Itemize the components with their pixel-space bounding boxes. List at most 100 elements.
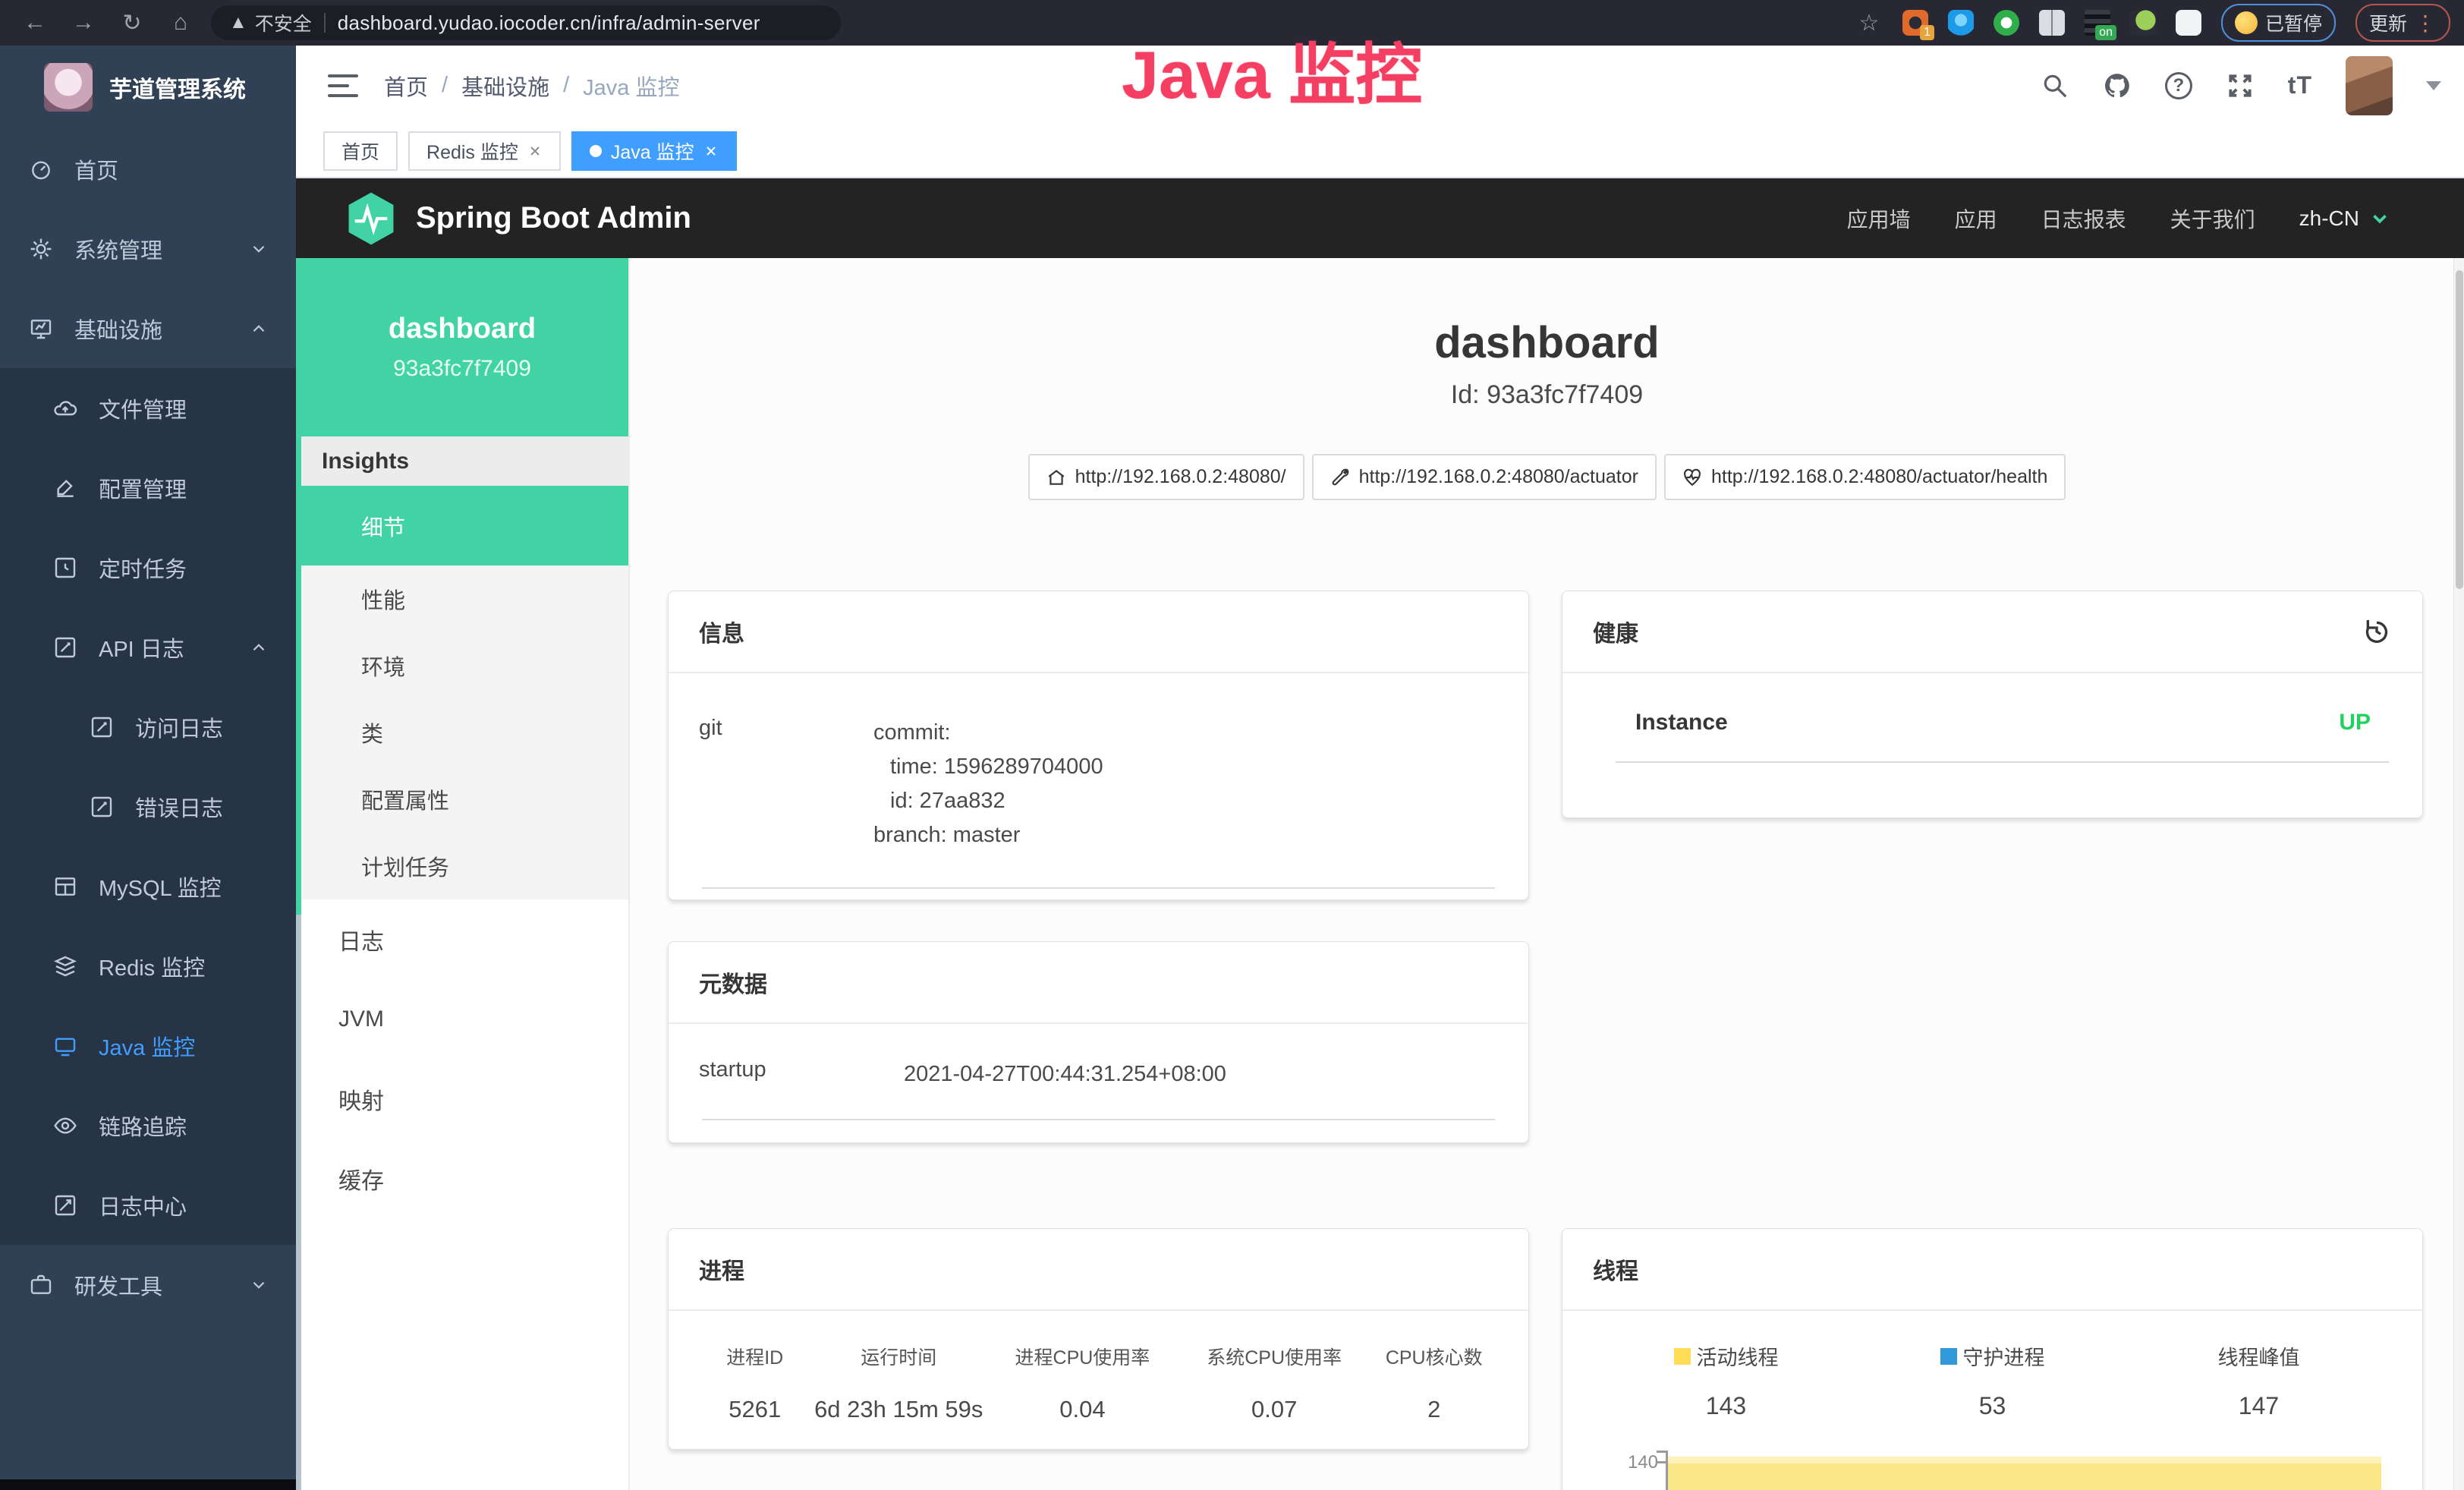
threads-card: 线程 活动线程 守护进程 线程峰值 143 53 147 140 120 100 (1562, 1228, 2423, 1490)
scrollbar-thumb[interactable] (2456, 270, 2463, 589)
breadcrumb-separator: / (442, 73, 448, 98)
sidebar-item-redis-monitor[interactable]: Redis 监控 (0, 926, 296, 1006)
green-y-extension-icon[interactable] (1994, 10, 2019, 36)
log-center-icon (53, 1193, 77, 1218)
sba-item-scheduled-tasks[interactable]: 计划任务 (296, 833, 628, 899)
timer-icon (53, 556, 77, 580)
java-monitor-icon (53, 1034, 77, 1058)
breadcrumb-separator: / (563, 73, 569, 98)
leaf-extension-icon[interactable] (2130, 10, 2156, 36)
paused-button[interactable]: 已暂停 (2221, 4, 2336, 42)
service-url-button[interactable]: http://192.168.0.2:48080/ (1028, 454, 1304, 500)
sidebar-item-tracing[interactable]: 链路追踪 (0, 1085, 296, 1165)
metadata-row-label: startup (699, 1057, 904, 1092)
heartbeat-icon (1682, 468, 1702, 487)
sidebar-item-home[interactable]: 首页 (0, 129, 296, 209)
scrollbar[interactable] (2453, 258, 2464, 1490)
tag-java-monitor[interactable]: Java 监控 (571, 131, 737, 171)
url-text[interactable]: dashboard.yudao.iocoder.cn/infra/admin-s… (338, 11, 760, 35)
sba-nav-about[interactable]: 关于我们 (2170, 203, 2255, 234)
help-icon[interactable]: ? (2165, 72, 2192, 99)
breadcrumb-home[interactable]: 首页 (384, 70, 428, 102)
process-card-title: 进程 (699, 1252, 744, 1286)
eye-icon (53, 1114, 77, 1138)
window-bottom-edge (0, 1479, 296, 1490)
github-icon[interactable] (2103, 71, 2132, 100)
close-icon[interactable] (703, 143, 719, 159)
health-card-title: 健康 (1593, 615, 1638, 648)
grid-extension-icon[interactable] (2039, 10, 2065, 36)
sidebar-item-mysql-monitor[interactable]: MySQL 监控 (0, 846, 296, 926)
list-extension-icon[interactable]: on (2085, 10, 2110, 36)
sba-nav-applications[interactable]: 应用 (1955, 203, 1997, 234)
area-series-top-edge (1668, 1457, 2381, 1463)
actuator-url-button[interactable]: http://192.168.0.2:48080/actuator (1312, 454, 1657, 500)
sba-nav-wallboard[interactable]: 应用墙 (1847, 203, 1911, 234)
threads-card-title: 线程 (1593, 1252, 1638, 1286)
daemon-threads-value: 53 (1859, 1392, 2126, 1420)
refresh-icon[interactable]: ↻ (118, 10, 146, 36)
process-table-values: 5261 6d 23h 15m 59s 0.04 0.07 2 (699, 1370, 1498, 1423)
sidebar-item-api-logs[interactable]: API 日志 (0, 607, 296, 687)
sba-item-caches[interactable]: 缓存 (296, 1139, 628, 1218)
sidebar-item-config-management[interactable]: 配置管理 (0, 448, 296, 528)
y-tick-140: 140 (1605, 1452, 1658, 1473)
annotation-java-monitor: Java 监控 (1122, 21, 1422, 118)
hamburger-icon[interactable] (328, 74, 358, 97)
fullscreen-icon[interactable] (2226, 71, 2255, 100)
sidebar-item-dev-tools[interactable]: 研发工具 (0, 1245, 296, 1325)
sidebar-item-access-logs[interactable]: 访问日志 (0, 687, 296, 767)
language-selector[interactable]: zh-CN (2299, 206, 2391, 231)
mysql-icon (53, 874, 77, 899)
forward-icon[interactable]: → (70, 10, 97, 36)
sidebar-item-file-management[interactable]: 文件管理 (0, 368, 296, 448)
insights-section-title: Insights (296, 436, 628, 486)
back-icon[interactable]: ← (21, 10, 49, 36)
browser-menu-dots-icon[interactable]: ⋮ (2415, 11, 2437, 36)
close-icon[interactable] (527, 143, 543, 159)
health-url-button[interactable]: http://192.168.0.2:48080/actuator/health (1664, 454, 2066, 500)
sidebar-item-java-monitor[interactable]: Java 监控 (0, 1006, 296, 1085)
sba-item-jvm[interactable]: JVM (296, 979, 628, 1059)
error-log-icon (90, 795, 114, 819)
sidebar-item-system[interactable]: 系统管理 (0, 209, 296, 288)
gear-icon (29, 237, 53, 261)
instance-id: 93a3fc7f7409 (393, 356, 531, 382)
font-size-icon[interactable]: tT (2288, 71, 2312, 99)
tag-redis-monitor[interactable]: Redis 监控 (408, 131, 561, 171)
tag-home[interactable]: 首页 (323, 131, 398, 171)
user-avatar[interactable] (2346, 56, 2393, 115)
sidebar-item-log-center[interactable]: 日志中心 (0, 1165, 296, 1245)
sba-brand-title[interactable]: Spring Boot Admin (416, 201, 691, 235)
sidebar-item-infrastructure[interactable]: 基础设施 (0, 288, 296, 368)
security-label[interactable]: 不安全 (255, 9, 312, 36)
admin-sidebar: 芋道管理系统 首页 系统管理 基础设施 文件管理 配置管理 (0, 46, 296, 1490)
row-divider (702, 887, 1495, 889)
update-button[interactable]: 更新 ⋮ (2355, 4, 2450, 42)
sba-item-environment[interactable]: 环境 (296, 632, 628, 699)
sba-item-classes[interactable]: 类 (296, 699, 628, 766)
monitor-icon (29, 317, 53, 341)
sba-item-logs[interactable]: 日志 (296, 899, 628, 979)
home-icon[interactable]: ⌂ (167, 10, 194, 36)
puzzle-extension-icon[interactable] (2176, 10, 2201, 36)
sba-item-config-props[interactable]: 配置属性 (296, 766, 628, 833)
metadata-row-value: 2021-04-27T00:44:31.254+08:00 (904, 1057, 1226, 1092)
history-icon[interactable] (2362, 616, 2392, 647)
search-icon[interactable] (2041, 71, 2069, 100)
sba-item-metrics[interactable]: 性能 (296, 565, 628, 632)
breadcrumb-infrastructure[interactable]: 基础设施 (461, 70, 549, 102)
pin-extension-icon[interactable] (1948, 10, 1974, 36)
sidebar-item-scheduled-jobs[interactable]: 定时任务 (0, 528, 296, 607)
threads-values: 143 53 147 (1593, 1371, 2392, 1420)
orange-circle-extension-icon[interactable]: 1 (1902, 10, 1928, 36)
sba-item-details[interactable]: 细节 (296, 486, 628, 565)
sba-nav-journal[interactable]: 日志报表 (2041, 203, 2126, 234)
address-bar[interactable]: ▲ 不安全 dashboard.yudao.iocoder.cn/infra/a… (211, 5, 841, 40)
sidebar-item-error-logs[interactable]: 错误日志 (0, 767, 296, 846)
avatar-caret-icon[interactable] (2426, 81, 2441, 90)
instance-header[interactable]: dashboard 93a3fc7f7409 (296, 258, 628, 436)
sba-item-mappings[interactable]: 映射 (296, 1059, 628, 1139)
bookmark-star-icon[interactable]: ☆ (1855, 10, 1883, 36)
live-threads-label: 活动线程 (1697, 1341, 1779, 1371)
